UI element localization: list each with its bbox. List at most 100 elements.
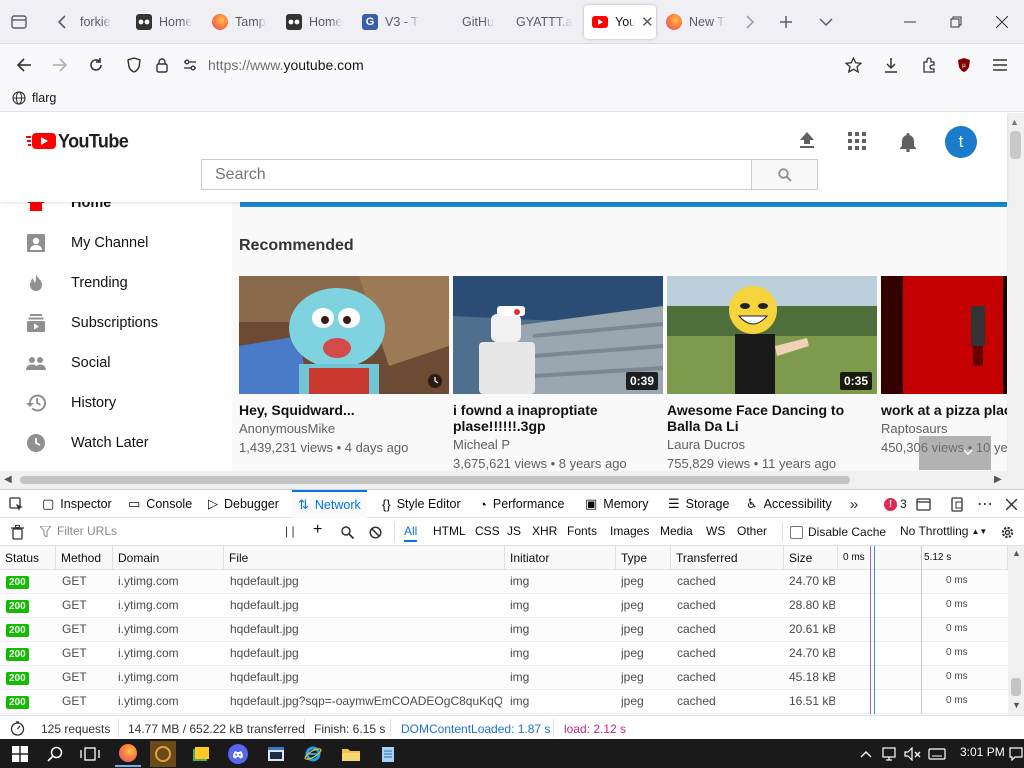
avatar[interactable]: t <box>945 126 977 158</box>
forward-icon[interactable] <box>50 55 70 75</box>
permissions-icon[interactable] <box>180 55 200 75</box>
table-row[interactable]: 200 GET i.ytimg.com hqdefault.jpg img jpeg cac… <box>0 594 1008 618</box>
sidebar-item-watch-later[interactable]: Watch Later <box>0 423 232 463</box>
clock-time[interactable]: 3:01 PM <box>960 745 1005 759</box>
throttling-select[interactable]: No Throttling ▲▼ <box>900 524 987 538</box>
video-channel[interactable]: AnonymousMike <box>239 421 449 437</box>
minimize-icon[interactable] <box>898 12 922 32</box>
network-settings-gear-icon[interactable] <box>998 523 1016 541</box>
close-tab-icon[interactable]: ✕ <box>641 13 654 31</box>
video-channel[interactable]: Laura Ducros <box>667 437 877 453</box>
scrollbar-thumb[interactable] <box>1011 678 1021 696</box>
column-header-status[interactable]: Status <box>0 546 56 570</box>
column-header-file[interactable]: File <box>224 546 505 570</box>
search-icon[interactable] <box>42 741 68 767</box>
sidebar-item-history[interactable]: History <box>0 383 232 423</box>
more-tools-chevron-icon[interactable]: » <box>845 495 863 513</box>
video-title[interactable]: work at a pizza place <box>881 402 1007 418</box>
scroll-right-icon[interactable]: ▶ <box>994 474 1002 485</box>
tab-debugger[interactable]: ▷ Debugger <box>208 490 279 518</box>
windows-start-icon[interactable] <box>7 741 33 767</box>
file-explorer-taskbar-icon[interactable] <box>338 741 364 767</box>
search-input[interactable]: Search <box>201 159 752 190</box>
bookmark-star-icon[interactable] <box>842 55 864 75</box>
scroll-left-icon[interactable]: ◀ <box>4 474 12 485</box>
table-row[interactable]: 200 GET i.ytimg.com hqdefault.jpg img jpeg cac… <box>0 666 1008 690</box>
type-filter-css[interactable]: CSS <box>475 524 500 538</box>
tab-item[interactable]: Home <box>286 5 348 39</box>
video-channel[interactable]: Raptosaurs <box>881 421 1007 437</box>
internet-explorer-taskbar-icon[interactable] <box>300 741 326 767</box>
new-tab-icon[interactable] <box>776 12 796 32</box>
request-list-scrollbar[interactable]: ▲ ▼ <box>1008 546 1024 715</box>
vertical-scrollbar[interactable]: ▲ <box>1007 113 1024 471</box>
terminal-taskbar-icon[interactable] <box>263 741 289 767</box>
show-hidden-icons-chevron-icon[interactable] <box>853 741 879 767</box>
video-thumbnail[interactable]: 0:39 <box>453 276 663 394</box>
performance-analysis-icon[interactable] <box>8 720 26 737</box>
video-thumbnail[interactable]: 0:35 <box>667 276 877 394</box>
video-title[interactable]: Awesome Face Dancing to Balla Da Li <box>667 402 877 434</box>
tab-performance[interactable]: ◔ Performance <box>479 490 564 518</box>
tab-overview-icon[interactable] <box>8 12 30 32</box>
tab-item[interactable]: Tamp <box>212 5 274 39</box>
restore-icon[interactable] <box>944 12 968 32</box>
search-requests-icon[interactable] <box>339 523 355 541</box>
type-filter-media[interactable]: Media <box>660 524 693 538</box>
search-button[interactable] <box>751 159 818 190</box>
type-filter-other[interactable]: Other <box>737 524 767 538</box>
ublock-shield-icon[interactable]: μ <box>954 55 974 75</box>
clear-trash-icon[interactable] <box>8 523 26 541</box>
tab-item[interactable]: forkie <box>80 5 130 39</box>
tab-style-editor[interactable]: {} Style Editor <box>382 490 461 518</box>
type-filter-fonts[interactable]: Fonts <box>567 524 597 538</box>
tab-console[interactable]: ▭ Console <box>128 490 192 518</box>
files-taskbar-icon[interactable] <box>188 741 214 767</box>
sidebar-item-subscriptions[interactable]: Subscriptions <box>0 303 232 343</box>
tab-item[interactable]: GYATTT.a <box>516 5 574 39</box>
lock-icon[interactable] <box>152 55 172 75</box>
app-menu-icon[interactable] <box>990 55 1010 75</box>
scroll-down-icon[interactable]: ▼ <box>1012 700 1021 710</box>
column-header-initiator[interactable]: Initiator <box>505 546 616 570</box>
column-header-domain[interactable]: Domain <box>113 546 224 570</box>
firefox-taskbar-icon[interactable] <box>115 741 141 767</box>
disable-cache-checkbox[interactable]: Disable Cache <box>790 525 886 539</box>
video-title[interactable]: Hey, Squidward... <box>239 402 449 418</box>
scroll-up-icon[interactable]: ▲ <box>1010 117 1019 127</box>
extensions-icon[interactable] <box>918 55 940 75</box>
filter-urls-input[interactable]: Filter URLs <box>40 524 270 538</box>
video-card[interactable]: work at a pizza place Raptosaurs 450,306… <box>881 276 1007 456</box>
sidebar-item-my-channel[interactable]: My Channel <box>0 223 232 263</box>
close-window-icon[interactable] <box>990 12 1014 32</box>
apps-grid-icon[interactable] <box>848 132 868 152</box>
horizontal-scrollbar[interactable]: ◀ ▶ <box>0 471 1024 489</box>
column-header-size[interactable]: Size <box>784 546 838 570</box>
tab-storage[interactable]: ☰ Storage <box>668 490 729 518</box>
column-header-type[interactable]: Type <box>616 546 671 570</box>
pause-icon[interactable]: | | <box>285 524 295 538</box>
upload-icon[interactable] <box>798 131 818 151</box>
video-card[interactable]: 0:39 i fownd a inaproptiate plase!!!!!!.… <box>453 276 663 471</box>
column-header-timeline[interactable]: 0 ms 5.12 s <box>838 546 1008 570</box>
scrollbar-thumb[interactable] <box>1010 131 1021 159</box>
scroll-tabs-right-icon[interactable] <box>740 12 760 32</box>
bookmark-item[interactable]: flarg <box>12 91 56 105</box>
scroll-tabs-left-icon[interactable] <box>52 12 72 32</box>
block-requests-icon[interactable] <box>367 523 383 541</box>
video-thumbnail[interactable] <box>881 276 1007 394</box>
youtube-logo[interactable]: YouTube <box>26 129 129 152</box>
checkbox-box[interactable] <box>790 525 803 539</box>
error-count-badge[interactable]: ! 3 <box>884 497 907 511</box>
column-header-method[interactable]: Method <box>56 546 113 570</box>
column-header-transferred[interactable]: Transferred <box>671 546 784 570</box>
table-row[interactable]: 200 GET i.ytimg.com hqdefault.jpg img jpeg cac… <box>0 642 1008 666</box>
table-row[interactable]: 200 GET i.ytimg.com hqdefault.jpg img jpeg cac… <box>0 570 1008 594</box>
scroll-up-icon[interactable]: ▲ <box>1012 548 1021 558</box>
tab-inspector[interactable]: ▢ Inspector <box>42 490 112 518</box>
table-row[interactable]: 200 GET i.ytimg.com hqdefault.jpg img jpeg cac… <box>0 618 1008 642</box>
notifications-bell-icon[interactable] <box>899 132 919 153</box>
video-card[interactable]: Hey, Squidward... AnonymousMike 1,439,23… <box>239 276 449 456</box>
type-filter-all[interactable]: All <box>404 524 418 542</box>
element-picker-icon[interactable] <box>6 495 26 513</box>
